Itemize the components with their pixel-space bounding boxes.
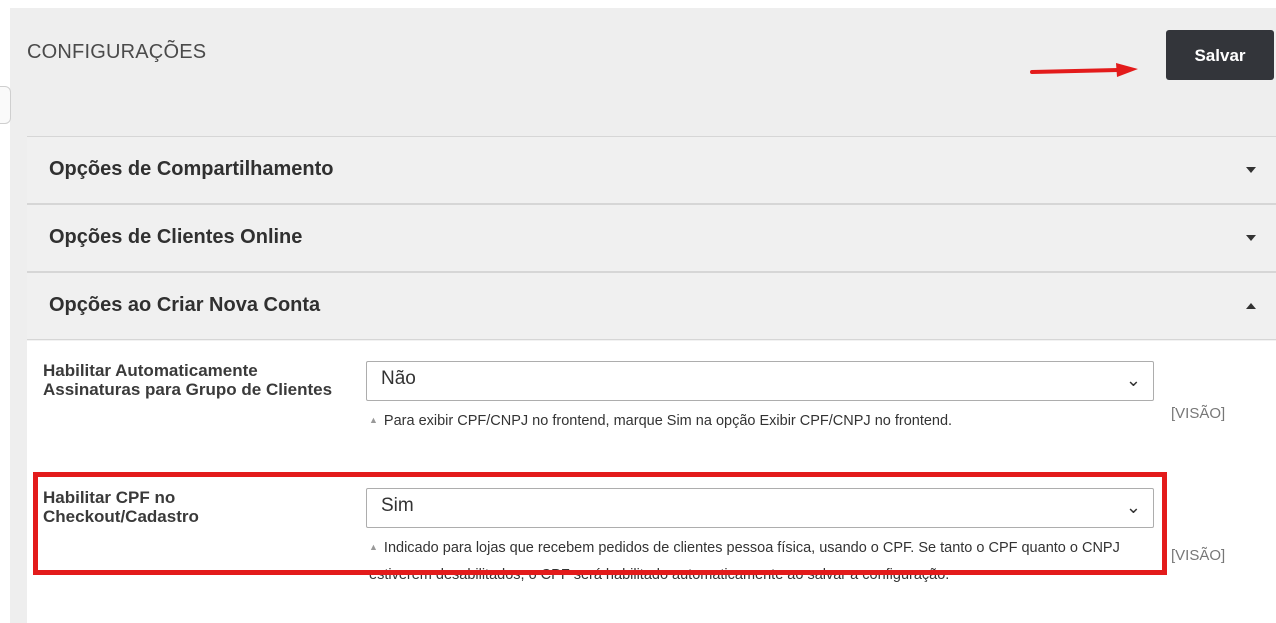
- scope-label: [VISÃO]: [1171, 405, 1226, 422]
- section-title: Opções de Clientes Online: [49, 226, 303, 248]
- field-note: ▲ Indicado para lojas que recebem pedidos…: [369, 540, 1120, 583]
- annotation-arrow-icon: [1030, 63, 1138, 77]
- section-sharing-options[interactable]: Opções de Compartilhamento: [27, 136, 1276, 204]
- config-content: Opções de Compartilhamento Opções de Cli…: [27, 136, 1276, 623]
- side-tab[interactable]: [0, 86, 11, 124]
- section-title: Opções de Compartilhamento: [49, 158, 334, 180]
- field-note: ▲ Para exibir CPF/CNPJ no frontend, marqu…: [369, 413, 953, 429]
- select-value: Sim: [381, 495, 414, 516]
- auto-subscriptions-select[interactable]: Não ⌄: [366, 361, 1154, 401]
- select-value: Não: [381, 368, 416, 389]
- note-triangle-icon: ▲: [369, 415, 378, 425]
- field-label-enable-cpf: Habilitar CPF no Checkout/Cadastro: [43, 488, 199, 526]
- chevron-down-icon: [1246, 235, 1256, 241]
- enable-cpf-select[interactable]: Sim ⌄: [366, 488, 1154, 528]
- save-button[interactable]: Salvar: [1166, 30, 1274, 80]
- section-panel: Habilitar Automaticamente Assinaturas pa…: [27, 341, 1276, 623]
- section-online-customers-options[interactable]: Opções de Clientes Online: [27, 204, 1276, 272]
- field-label-auto-subscriptions: Habilitar Automaticamente Assinaturas pa…: [43, 361, 333, 399]
- chevron-down-icon: ⌄: [1125, 497, 1141, 517]
- chevron-down-icon: [1246, 167, 1256, 173]
- scope-label: [VISÃO]: [1171, 547, 1226, 564]
- section-title: Opções ao Criar Nova Conta: [49, 294, 321, 316]
- page-title: CONFIGURAÇÕES: [27, 41, 207, 63]
- top-edge: [0, 0, 1276, 8]
- note-triangle-icon: ▲: [369, 542, 378, 552]
- chevron-down-icon: ⌄: [1125, 370, 1141, 390]
- section-create-account-options[interactable]: Opções ao Criar Nova Conta: [27, 272, 1276, 340]
- chevron-up-icon: [1246, 303, 1256, 309]
